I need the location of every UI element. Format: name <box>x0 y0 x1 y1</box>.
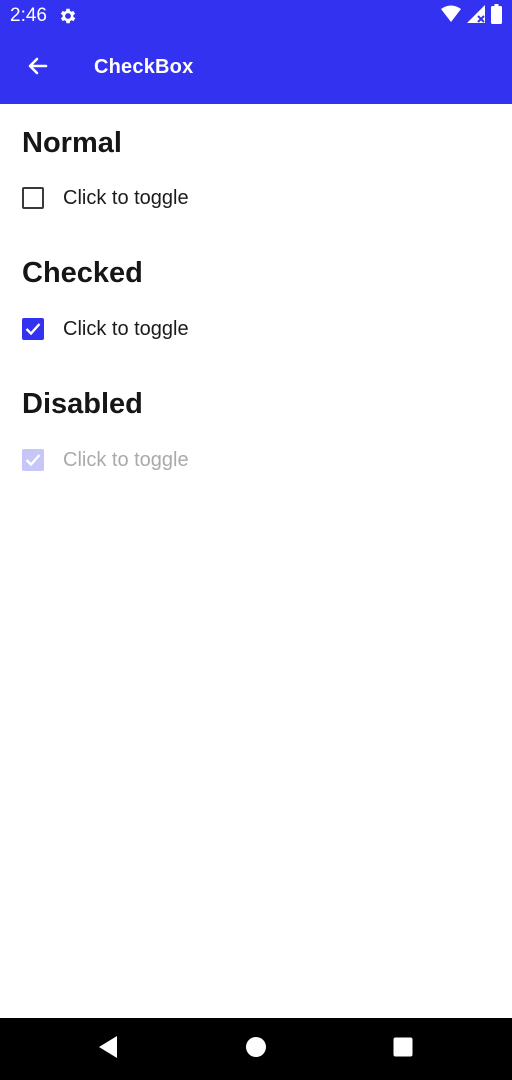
system-nav-bar <box>0 1018 512 1080</box>
status-icons <box>441 3 502 29</box>
back-button[interactable] <box>16 46 60 90</box>
back-arrow-icon <box>26 54 50 83</box>
status-bar: 2:46 <box>0 0 512 32</box>
checkbox-label: Click to toggle <box>63 317 189 340</box>
section-heading-normal: Normal <box>22 127 122 159</box>
wifi-icon <box>441 5 461 28</box>
nav-back-button[interactable] <box>94 1035 122 1063</box>
section-heading-checked: Checked <box>22 257 143 289</box>
nav-recents-button[interactable] <box>389 1035 417 1063</box>
battery-icon <box>491 3 502 29</box>
checkbox-label: Click to toggle <box>63 448 189 471</box>
checkbox-checked[interactable]: Click to toggle <box>22 313 189 345</box>
page-title: CheckBox <box>94 56 194 78</box>
checkbox-normal[interactable]: Click to toggle <box>22 182 189 214</box>
section-heading-disabled: Disabled <box>22 388 143 420</box>
checkbox-disabled-checked-icon <box>22 449 44 471</box>
settings-gear-icon <box>58 6 78 26</box>
status-time: 2:46 <box>10 5 47 26</box>
checkbox-disabled: Click to toggle <box>22 444 189 476</box>
home-circle-icon <box>245 1036 267 1063</box>
recents-square-icon <box>393 1037 413 1062</box>
app-bar: CheckBox <box>0 32 512 104</box>
screen: 2:46 CheckBox Normal Click to toggle Che… <box>0 0 512 1080</box>
nav-home-button[interactable] <box>242 1035 270 1063</box>
checkbox-label: Click to toggle <box>63 186 189 209</box>
checkbox-unchecked-icon[interactable] <box>22 187 44 209</box>
signal-icon <box>467 4 485 28</box>
back-triangle-icon <box>97 1035 119 1064</box>
checkbox-checked-icon[interactable] <box>22 318 44 340</box>
